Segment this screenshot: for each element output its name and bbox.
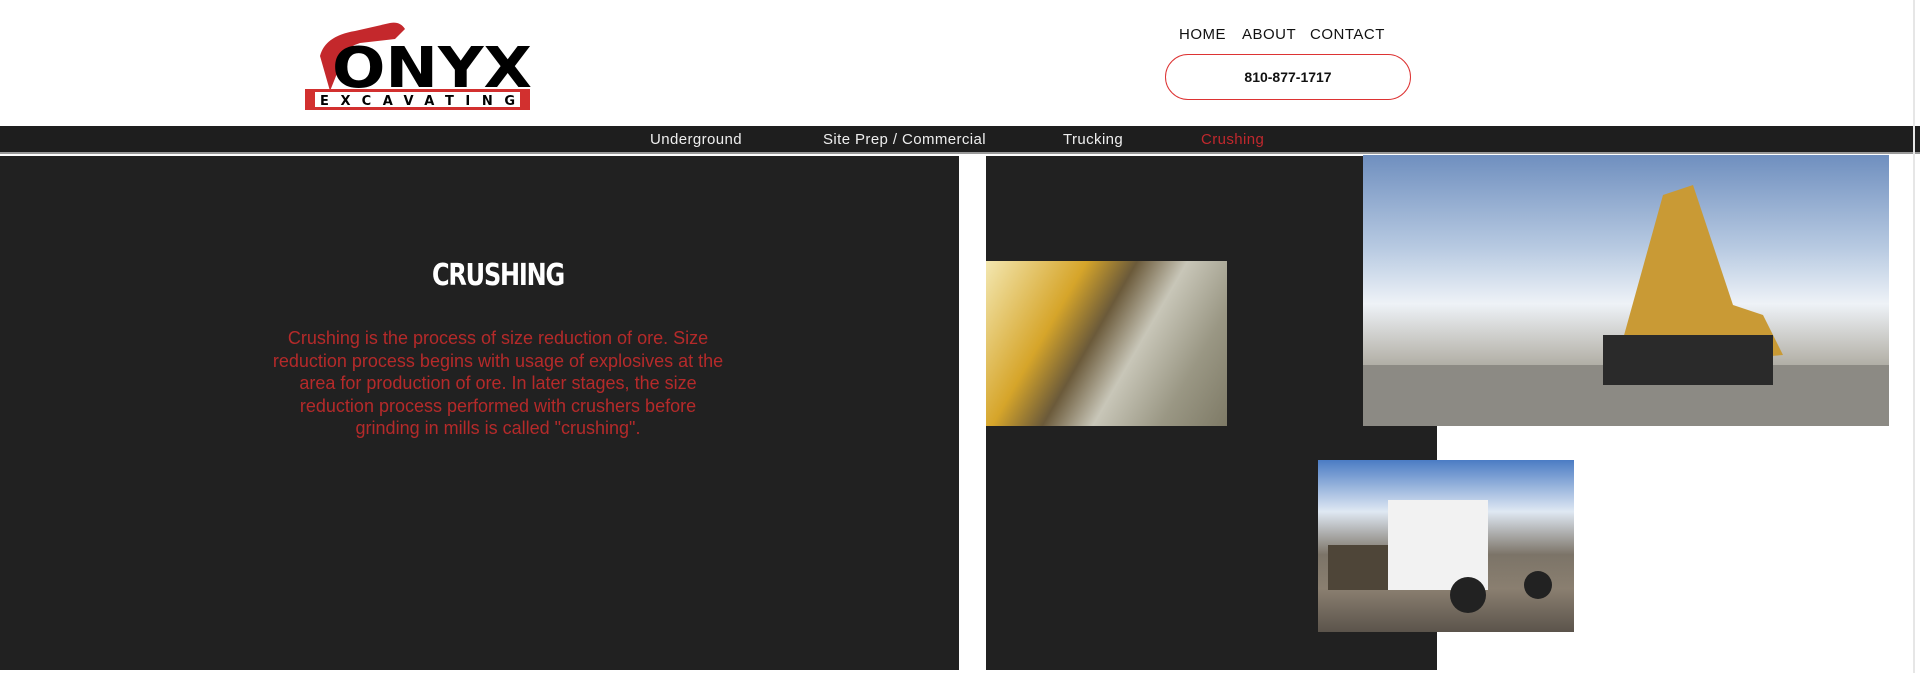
subnav-crushing[interactable]: Crushing [1201, 131, 1264, 148]
onyx-excavating-logo[interactable]: ONYX EXCAVATING [300, 21, 535, 111]
phone-button[interactable]: 810-877-1717 [1165, 54, 1411, 100]
scrollbar[interactable] [1913, 0, 1915, 673]
truck-photo [1318, 460, 1574, 632]
subnav-underground[interactable]: Underground [650, 131, 742, 148]
description: Crushing is the process of size reductio… [272, 328, 724, 439]
subnav-trucking[interactable]: Trucking [1063, 131, 1123, 148]
excavator-photo [1363, 155, 1889, 426]
nav-home[interactable]: HOME [1179, 26, 1226, 43]
nav-contact[interactable]: CONTACT [1310, 26, 1385, 43]
subnav-site-prep[interactable]: Site Prep / Commercial [823, 131, 986, 148]
machine-cab-photo [986, 261, 1227, 426]
page-title: CRUSHING [431, 258, 565, 293]
nav-about[interactable]: ABOUT [1242, 26, 1296, 43]
